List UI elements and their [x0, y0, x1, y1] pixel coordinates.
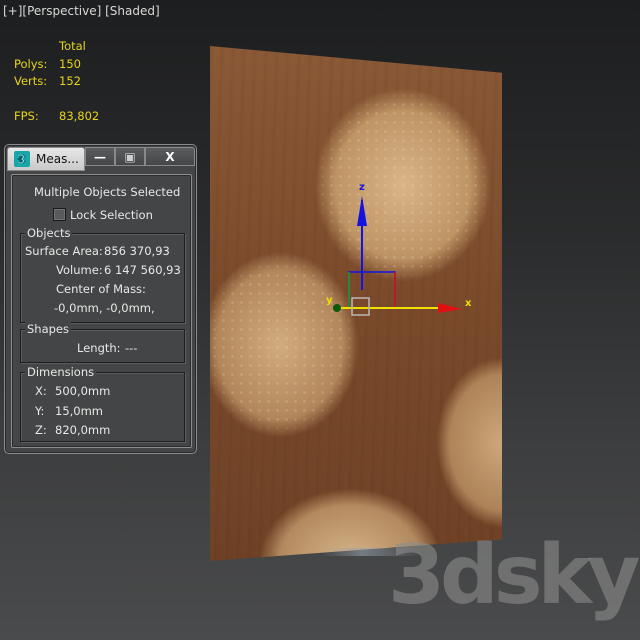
dialog-title-bar[interactable]: Meas... — ▣ X	[7, 147, 195, 171]
verts-label: Verts:	[14, 74, 48, 88]
dialog-title: Meas...	[36, 152, 79, 166]
dim-z-label: Z:	[35, 423, 47, 437]
maximize-button[interactable]: ▣	[115, 147, 145, 166]
dimensions-group: Dimensions X: 500,0mm Y: 15,0mm Z: 820,0…	[20, 365, 185, 442]
lock-selection-label[interactable]: Lock Selection	[70, 208, 153, 222]
dim-y-label: Y:	[35, 404, 45, 418]
selection-heading: Multiple Objects Selected	[34, 185, 181, 199]
volume-value: 6 147 560,93	[104, 263, 181, 277]
window-controls: — ▣ X	[85, 147, 195, 167]
dialog-body: Multiple Objects Selected Lock Selection…	[11, 174, 192, 448]
3dsmax-app-icon	[14, 151, 30, 167]
dimensions-group-title: Dimensions	[25, 365, 97, 379]
polys-label: Polys:	[14, 56, 48, 71]
mandala-carving-texture	[210, 46, 502, 561]
dim-x-value: 500,0mm	[55, 384, 111, 398]
shapes-group: Shapes Length: ---	[20, 322, 185, 363]
close-icon: X	[165, 150, 175, 164]
surface-area-label: Surface Area:	[25, 244, 103, 258]
center-of-mass-label: Center of Mass:	[56, 282, 146, 296]
viewport-label: [+][Perspective] [Shaded]	[3, 4, 160, 18]
minimize-button[interactable]: —	[85, 147, 115, 166]
stats-header: Total	[59, 39, 86, 53]
viewport-menu-perspective[interactable]: [Perspective]	[22, 4, 101, 18]
surface-area-value: 856 370,93	[104, 244, 170, 258]
fps-value: 83,802	[59, 109, 100, 123]
dim-z-value: 820,0mm	[55, 423, 111, 437]
viewport-menu-shaded[interactable]: [Shaded]	[105, 4, 160, 18]
viewport-menu-plus[interactable]: [+]	[3, 4, 22, 18]
verts-value: 152	[59, 74, 81, 88]
dim-y-value: 15,0mm	[55, 404, 104, 418]
volume-label: Volume:	[56, 263, 103, 277]
length-label: Length:	[77, 341, 121, 355]
minimize-icon: —	[94, 150, 106, 164]
close-button[interactable]: X	[145, 147, 195, 166]
length-value: ---	[125, 341, 138, 355]
dialog-title-tab[interactable]: Meas...	[7, 147, 85, 171]
objects-group: Objects Surface Area: 856 370,93 Volume:…	[20, 226, 185, 323]
measure-dialog: Meas... — ▣ X Multiple Objects Selected …	[4, 144, 197, 454]
dim-x-label: X:	[35, 384, 47, 398]
watermark-logo: 3dsky	[388, 528, 640, 623]
fps-label: FPS:	[14, 109, 39, 123]
lock-selection-checkbox[interactable]	[53, 208, 66, 221]
polys-value: 150	[59, 56, 81, 71]
objects-group-title: Objects	[25, 226, 73, 240]
maximize-icon: ▣	[124, 150, 136, 164]
carved-wood-panel-model[interactable]	[210, 46, 502, 561]
center-of-mass-value: -0,0mm, -0,0mm,	[54, 301, 155, 315]
shapes-group-title: Shapes	[25, 322, 72, 336]
